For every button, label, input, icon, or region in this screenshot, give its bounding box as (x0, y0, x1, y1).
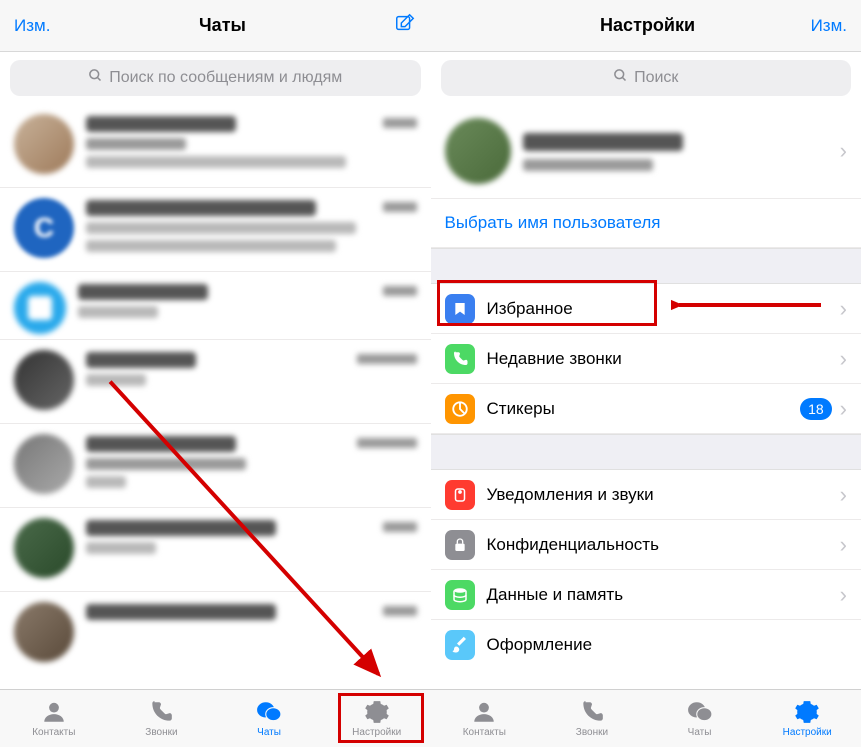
tab-contacts[interactable]: Контакты (0, 690, 108, 747)
chats-header: Изм. Чаты (0, 0, 431, 52)
tab-calls[interactable]: Звонки (108, 690, 216, 747)
settings-header: Настройки Изм. (431, 0, 861, 52)
contacts-icon (40, 699, 68, 725)
tab-settings[interactable]: Настройки (753, 690, 861, 747)
chats-screen: Изм. Чаты Поиск по сообщениям и людям C (0, 0, 431, 747)
tab-label: Настройки (352, 727, 401, 738)
settings-title: Настройки (600, 15, 695, 36)
cell-notifications[interactable]: Уведомления и звуки › (431, 470, 861, 520)
edit-button[interactable]: Изм. (811, 16, 847, 36)
chat-row[interactable]: C (0, 188, 431, 272)
lock-icon (445, 530, 475, 560)
tabbar-right: Контакты Звонки Чаты Настройки (431, 689, 861, 747)
settings-list: › Выбрать имя пользователя Избранное › Н… (431, 104, 861, 689)
cell-privacy[interactable]: Конфиденциальность › (431, 520, 861, 570)
username-cell[interactable]: Выбрать имя пользователя (431, 199, 861, 248)
cell-label: Стикеры (487, 399, 555, 419)
phone-icon (445, 344, 475, 374)
chevron-right-icon: › (840, 138, 847, 164)
chevron-right-icon: › (840, 532, 847, 558)
brush-icon (445, 630, 475, 660)
chats-icon (255, 699, 283, 725)
cell-label: Избранное (487, 299, 573, 319)
cell-label: Уведомления и звуки (487, 485, 654, 505)
cell-recent-calls[interactable]: Недавние звонки › (431, 334, 861, 384)
cell-label: Данные и память (487, 585, 624, 605)
stickers-badge: 18 (800, 398, 832, 420)
sticker-icon (445, 394, 475, 424)
tab-label: Контакты (463, 727, 506, 738)
chat-row[interactable] (0, 508, 431, 592)
tab-chats[interactable]: Чаты (215, 690, 323, 747)
chats-list: C (0, 104, 431, 689)
cell-label: Конфиденциальность (487, 535, 659, 555)
chats-title: Чаты (199, 15, 246, 36)
search-input[interactable]: Поиск (441, 60, 852, 96)
chevron-right-icon: › (840, 346, 847, 372)
cell-label: Недавние звонки (487, 349, 622, 369)
chevron-right-icon: › (840, 482, 847, 508)
gear-icon (363, 699, 391, 725)
contacts-icon (470, 699, 498, 725)
tab-settings[interactable]: Настройки (323, 690, 431, 747)
search-icon (613, 68, 628, 88)
profile-row[interactable]: › (431, 104, 861, 199)
search-container: Поиск (431, 52, 861, 104)
gear-icon (793, 699, 821, 725)
search-placeholder: Поиск (634, 69, 678, 87)
tab-label: Чаты (257, 727, 281, 738)
tab-label: Контакты (32, 727, 75, 738)
bell-icon (445, 480, 475, 510)
bookmark-icon (445, 294, 475, 324)
database-icon (445, 580, 475, 610)
search-input[interactable]: Поиск по сообщениям и людям (10, 60, 421, 96)
chat-row[interactable] (0, 424, 431, 508)
cell-stickers[interactable]: Стикеры 18 › (431, 384, 861, 434)
cell-data[interactable]: Данные и память › (431, 570, 861, 620)
phone-icon (578, 699, 606, 725)
tab-label: Звонки (576, 727, 608, 738)
chat-row[interactable] (0, 592, 431, 676)
tab-chats[interactable]: Чаты (646, 690, 754, 747)
chevron-right-icon: › (840, 296, 847, 322)
chats-icon (686, 699, 714, 725)
tab-label: Чаты (688, 727, 712, 738)
cell-appearance[interactable]: Оформление (431, 620, 861, 670)
username-link[interactable]: Выбрать имя пользователя (445, 213, 661, 232)
tab-label: Звонки (145, 727, 177, 738)
chevron-right-icon: › (840, 582, 847, 608)
phone-icon (147, 699, 175, 725)
section-gap (431, 248, 861, 284)
chat-row[interactable] (0, 340, 431, 424)
search-placeholder: Поиск по сообщениям и людям (109, 69, 342, 87)
chevron-right-icon: › (840, 396, 847, 422)
tabbar-left: Контакты Звонки Чаты Настройки (0, 689, 431, 747)
chat-row[interactable] (0, 272, 431, 340)
edit-button[interactable]: Изм. (14, 16, 50, 36)
tab-calls[interactable]: Звонки (538, 690, 646, 747)
tab-contacts[interactable]: Контакты (431, 690, 539, 747)
search-container: Поиск по сообщениям и людям (0, 52, 431, 104)
settings-screen: Настройки Изм. Поиск › Выбрать имя польз… (431, 0, 861, 747)
cell-label: Оформление (487, 635, 593, 655)
tab-label: Настройки (783, 727, 832, 738)
section-gap (431, 434, 861, 470)
chat-row[interactable] (0, 104, 431, 188)
compose-icon[interactable] (394, 12, 416, 39)
cell-saved[interactable]: Избранное › (431, 284, 861, 334)
search-icon (88, 68, 103, 88)
